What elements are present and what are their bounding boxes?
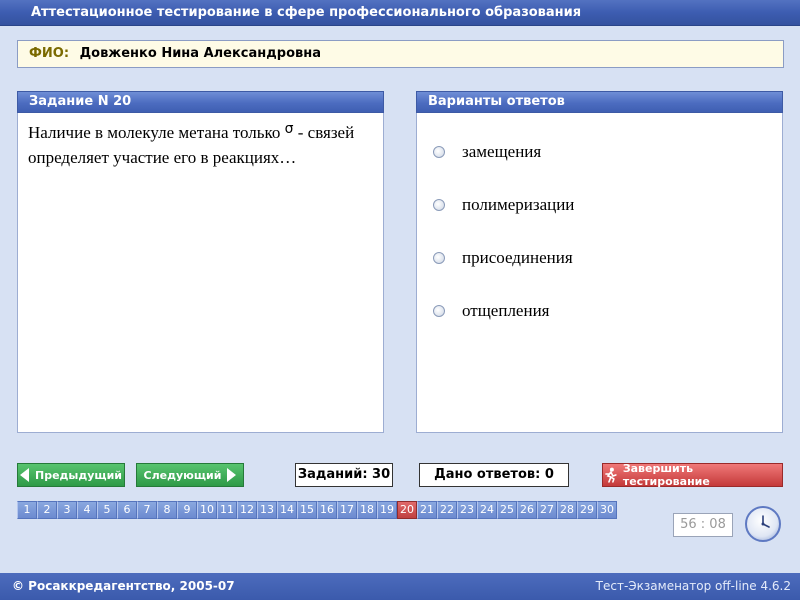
radio-button[interactable] bbox=[433, 199, 445, 211]
answers-panel: замещения полимеризации присоединения от… bbox=[416, 113, 783, 433]
answer-option-3[interactable]: присоединения bbox=[433, 247, 573, 269]
triangle-right-icon bbox=[227, 468, 237, 482]
answer-option-1[interactable]: замещения bbox=[433, 141, 541, 163]
page-button-21[interactable]: 21 bbox=[417, 501, 437, 519]
page-button-18[interactable]: 18 bbox=[357, 501, 377, 519]
page-button-30[interactable]: 30 bbox=[597, 501, 617, 519]
page-button-19[interactable]: 19 bbox=[377, 501, 397, 519]
footer: © Росаккредагентство, 2005-07 Тест-Экзам… bbox=[0, 573, 800, 600]
sigma-symbol: σ bbox=[284, 121, 294, 137]
page-button-17[interactable]: 17 bbox=[337, 501, 357, 519]
answer-label: присоединения bbox=[462, 248, 573, 267]
page-button-24[interactable]: 24 bbox=[477, 501, 497, 519]
radio-button[interactable] bbox=[433, 252, 445, 264]
answers-header: Варианты ответов bbox=[416, 91, 783, 113]
page-button-29[interactable]: 29 bbox=[577, 501, 597, 519]
page-button-13[interactable]: 13 bbox=[257, 501, 277, 519]
answer-label: отщепления bbox=[462, 301, 550, 320]
page-button-10[interactable]: 10 bbox=[197, 501, 217, 519]
radio-button[interactable] bbox=[433, 305, 445, 317]
footer-version: Тест-Экзаменатор off-line 4.6.2 bbox=[595, 579, 791, 593]
triangle-left-icon bbox=[19, 468, 29, 482]
page-button-14[interactable]: 14 bbox=[277, 501, 297, 519]
page-button-3[interactable]: 3 bbox=[57, 501, 77, 519]
clock-hands bbox=[761, 515, 770, 528]
page-button-12[interactable]: 12 bbox=[237, 501, 257, 519]
fio-label: ФИО: bbox=[29, 46, 70, 61]
page-button-15[interactable]: 15 bbox=[297, 501, 317, 519]
window-title: Аттестационное тестирование в сфере проф… bbox=[0, 0, 800, 26]
footer-copyright: © Росаккредагентство, 2005-07 bbox=[12, 579, 235, 593]
page-button-1[interactable]: 1 bbox=[17, 501, 37, 519]
question-pager: 1 2 3 4 5 6 7 8 9 10 11 12 13 14 15 16 17 18 19 20 21 22 23 24 2… bbox=[17, 501, 617, 519]
page-button-9[interactable]: 9 bbox=[177, 501, 197, 519]
page-button-11[interactable]: 11 bbox=[217, 501, 237, 519]
question-panel: Наличие в молекуле метана только σ - свя… bbox=[17, 113, 384, 433]
tasks-counter: Заданий: 30 bbox=[295, 463, 393, 487]
page-button-20[interactable]: 20 bbox=[397, 501, 417, 519]
next-button[interactable]: Следующий bbox=[136, 463, 244, 487]
fio-bar: ФИО: Довженко Нина Александровна bbox=[17, 40, 784, 68]
page-button-28[interactable]: 28 bbox=[557, 501, 577, 519]
radio-button[interactable] bbox=[433, 146, 445, 158]
answer-label: полимеризации bbox=[462, 195, 575, 214]
answer-label: замещения bbox=[462, 142, 542, 161]
page-button-6[interactable]: 6 bbox=[117, 501, 137, 519]
answer-option-2[interactable]: полимеризации bbox=[433, 194, 574, 216]
page-button-16[interactable]: 16 bbox=[317, 501, 337, 519]
finish-test-button[interactable]: Завершить тестирование bbox=[602, 462, 783, 488]
running-man-icon bbox=[605, 467, 617, 483]
page-button-4[interactable]: 4 bbox=[77, 501, 97, 519]
fio-name: Довженко Нина Александровна bbox=[79, 46, 321, 61]
clock-icon bbox=[745, 506, 781, 542]
timer-display: 56 : 08 bbox=[673, 513, 733, 537]
page-button-25[interactable]: 25 bbox=[497, 501, 517, 519]
question-header: Задание N 20 bbox=[17, 91, 384, 113]
page-button-8[interactable]: 8 bbox=[157, 501, 177, 519]
page-button-23[interactable]: 23 bbox=[457, 501, 477, 519]
page-button-26[interactable]: 26 bbox=[517, 501, 537, 519]
prev-button[interactable]: Предыдущий bbox=[17, 463, 125, 487]
page-button-2[interactable]: 2 bbox=[37, 501, 57, 519]
question-text: Наличие в молекуле метана только σ - свя… bbox=[28, 121, 355, 167]
page-button-27[interactable]: 27 bbox=[537, 501, 557, 519]
page-button-5[interactable]: 5 bbox=[97, 501, 117, 519]
answer-option-4[interactable]: отщепления bbox=[433, 300, 549, 322]
page-button-7[interactable]: 7 bbox=[137, 501, 157, 519]
answered-counter: Дано ответов: 0 bbox=[419, 463, 569, 487]
page-button-22[interactable]: 22 bbox=[437, 501, 457, 519]
